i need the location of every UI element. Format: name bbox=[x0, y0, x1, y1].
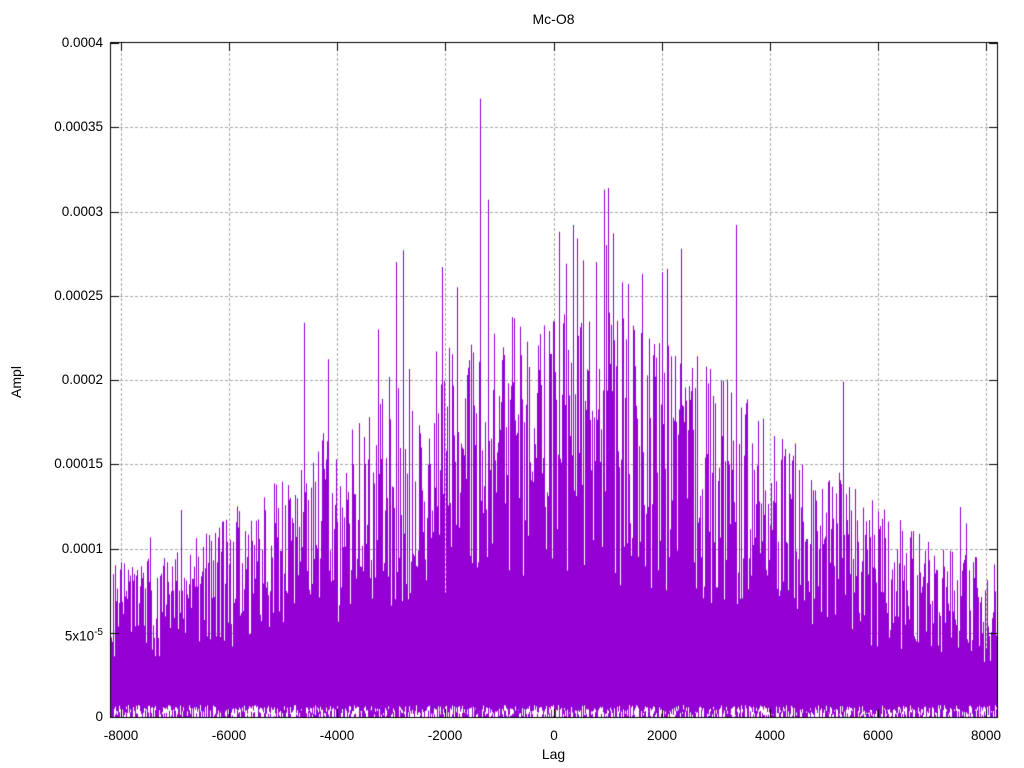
x-tick-label: 6000 bbox=[862, 728, 894, 743]
x-tick-label: 4000 bbox=[754, 728, 786, 743]
y-tick-label: 0.00025 bbox=[54, 288, 103, 303]
x-tick-label: -4000 bbox=[319, 728, 355, 743]
x-tick-label: 8000 bbox=[970, 728, 1002, 743]
y-tick-label: 0.00035 bbox=[54, 119, 103, 134]
gnuplot-window: Mc-O8 Ampl Lag 0 5x10-5 0.0001 0.00015 0.000… bbox=[0, 0, 1024, 768]
x-tick-label: 2000 bbox=[646, 728, 678, 743]
y-tick-label: 5x10-5 bbox=[64, 627, 103, 644]
chart-title: Mc-O8 bbox=[532, 11, 575, 27]
y-tick-label: 0.0001 bbox=[61, 541, 103, 556]
x-tick-label: -8000 bbox=[103, 728, 139, 743]
correlation-plot-canvas bbox=[0, 0, 1024, 768]
x-tick-label: -2000 bbox=[427, 728, 463, 743]
x-tick-label: -6000 bbox=[211, 728, 247, 743]
y-tick-label: 0 bbox=[95, 709, 103, 724]
y-tick-label: 0.0003 bbox=[61, 204, 103, 219]
y-tick-label: 0.0004 bbox=[61, 35, 103, 50]
x-tick-label: 0 bbox=[550, 728, 558, 743]
y-tick-label: 0.0002 bbox=[61, 372, 103, 387]
x-axis-label: Lag bbox=[541, 746, 566, 762]
y-tick-label: 0.00015 bbox=[54, 456, 103, 471]
